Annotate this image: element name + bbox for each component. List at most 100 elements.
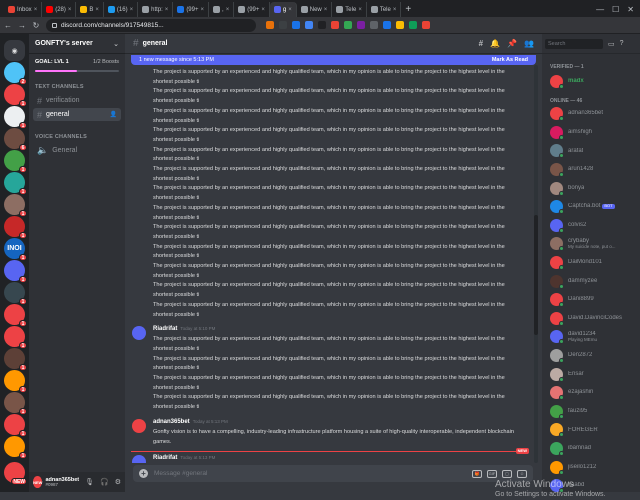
microphone-icon[interactable]: 🎙 (85, 478, 94, 486)
avatar[interactable] (132, 455, 146, 463)
close-icon[interactable]: × (165, 7, 169, 13)
member-item[interactable]: DaiMond101 (550, 253, 638, 271)
close-icon[interactable]: × (324, 7, 328, 13)
gear-icon[interactable]: ⚙ (115, 478, 121, 486)
server-icon[interactable]: INOI 1 (4, 238, 27, 261)
close-icon[interactable]: × (226, 7, 230, 13)
scroll-thumb[interactable] (534, 215, 538, 335)
extension-icon[interactable] (331, 21, 339, 29)
browser-tab[interactable]: Inbox × (4, 2, 43, 17)
server-icon[interactable]: 1 (4, 326, 27, 349)
close-icon[interactable]: × (130, 7, 134, 13)
server-icon[interactable]: 6 (4, 128, 27, 151)
server-icon[interactable]: 1 (4, 260, 27, 283)
new-tab-button[interactable]: + (401, 2, 415, 17)
extension-icon[interactable] (357, 21, 365, 29)
close-icon[interactable]: × (288, 7, 292, 13)
close-icon[interactable]: × (261, 7, 265, 13)
back-icon[interactable]: ← (4, 21, 12, 30)
server-icon[interactable]: 1 (4, 304, 27, 327)
browser-tab[interactable]: Tele × (332, 2, 367, 17)
sticker-icon[interactable]: ▢ (502, 469, 512, 478)
member-item[interactable]: david1234 Playing MEmu (550, 328, 638, 346)
browser-tab[interactable]: (99+ × (173, 2, 210, 17)
server-icon[interactable]: 1 (4, 216, 27, 239)
close-icon[interactable]: × (358, 7, 362, 13)
member-item[interactable]: David.DavinciCodes (550, 309, 638, 327)
member-item[interactable]: Dani8899 (550, 291, 638, 309)
server-icon[interactable]: 1 (4, 194, 27, 217)
avatar[interactable]: NEW (33, 476, 43, 488)
server-icon[interactable]: 1 (4, 282, 27, 305)
message-author[interactable]: adnan365bet (153, 419, 190, 425)
member-item[interactable]: adnan365bet (550, 105, 638, 123)
extension-icon[interactable] (292, 21, 300, 29)
bell-icon[interactable]: 🔔 (490, 39, 500, 48)
mark-as-read-button[interactable]: Mark As Read (492, 57, 528, 63)
browser-tab[interactable]: http: × (138, 2, 174, 17)
member-item[interactable]: Den2872 (550, 346, 638, 364)
headphones-icon[interactable]: 🎧 (100, 478, 109, 486)
server-icon[interactable]: 1 (4, 106, 27, 129)
member-item[interactable]: arun1428 (550, 160, 638, 178)
voice-channel-general[interactable]: 🔈 General (33, 144, 121, 157)
browser-tab[interactable]: B × (76, 2, 104, 17)
text-channels-category[interactable]: TEXT CHANNELS (29, 72, 125, 93)
server-icon[interactable]: 1 (4, 348, 27, 371)
url-field[interactable]: discord.com/channels/917549815... (46, 18, 256, 32)
forward-icon[interactable]: → (18, 21, 26, 30)
threads-icon[interactable]: # (479, 39, 483, 48)
extension-icon[interactable] (279, 21, 287, 29)
guild-header[interactable]: GONFTY's server ⌄ (29, 34, 125, 54)
member-item[interactable]: Captcha.bot BOT (550, 198, 638, 216)
close-icon[interactable]: × (95, 7, 99, 13)
add-attachment-icon[interactable]: + (139, 469, 148, 478)
extension-icon[interactable] (266, 21, 274, 29)
browser-tab[interactable]: (99+ × (234, 2, 270, 17)
member-item[interactable]: ibamnad (550, 439, 638, 457)
server-icon[interactable]: 2 (4, 62, 27, 85)
member-item[interactable]: dammyzee (550, 272, 638, 290)
extension-icon[interactable] (383, 21, 391, 29)
extension-icon[interactable] (318, 21, 326, 29)
server-icon[interactable]: 1 (4, 150, 27, 173)
browser-tab[interactable]: , × (209, 2, 235, 17)
member-item[interactable]: aimshigh (550, 123, 638, 141)
server-icon[interactable]: 1 (4, 436, 27, 459)
member-item[interactable]: fauzi95 (550, 402, 638, 420)
avatar[interactable] (132, 326, 146, 341)
search-input[interactable]: Search (545, 38, 603, 49)
inbox-icon[interactable]: ▭ (608, 40, 615, 48)
gift-icon[interactable]: 🎁 (472, 469, 482, 478)
gif-icon[interactable]: GIF (487, 469, 497, 478)
member-item[interactable]: Ensar (550, 365, 638, 383)
browser-tab[interactable]: (16) × (104, 2, 139, 17)
extension-icon[interactable] (409, 21, 417, 29)
pin-icon[interactable]: 📌 (507, 39, 517, 48)
new-messages-bar[interactable]: 1 new message since 5:13 PM Mark As Read (131, 55, 536, 65)
browser-tab[interactable]: (28) × (42, 2, 77, 17)
discord-home-icon[interactable]: ◉ (4, 40, 25, 61)
voice-channels-category[interactable]: VOICE CHANNELS (29, 122, 125, 143)
extension-icon[interactable] (422, 21, 430, 29)
emoji-icon[interactable]: ☺ (517, 469, 527, 478)
message-author[interactable]: Riadrifat (153, 455, 177, 461)
close-icon[interactable]: × (68, 7, 72, 13)
message-scrollbar[interactable] (534, 65, 538, 463)
member-item[interactable]: arafat (550, 142, 638, 160)
help-icon[interactable]: ? (620, 40, 624, 48)
member-item[interactable]: crybaby My suicide note, put o... (550, 235, 638, 253)
add-member-icon[interactable]: 👤 (110, 111, 117, 118)
members-icon[interactable]: 👥 (524, 39, 534, 48)
member-item[interactable]: madx (550, 72, 638, 90)
browser-tab[interactable]: g × (269, 2, 297, 17)
message-author[interactable]: Riadrifat (153, 326, 177, 332)
member-item[interactable]: colvis2 (550, 216, 638, 234)
server-icon[interactable]: NEW (4, 462, 27, 485)
server-icon[interactable]: 1 (4, 84, 27, 107)
member-item[interactable]: bonya (550, 179, 638, 197)
extension-icon[interactable] (370, 21, 378, 29)
close-window-icon[interactable]: ✕ (627, 2, 634, 17)
member-item[interactable]: jiseilo1212 (550, 458, 638, 476)
channel-verification[interactable]: # verification (33, 94, 121, 107)
